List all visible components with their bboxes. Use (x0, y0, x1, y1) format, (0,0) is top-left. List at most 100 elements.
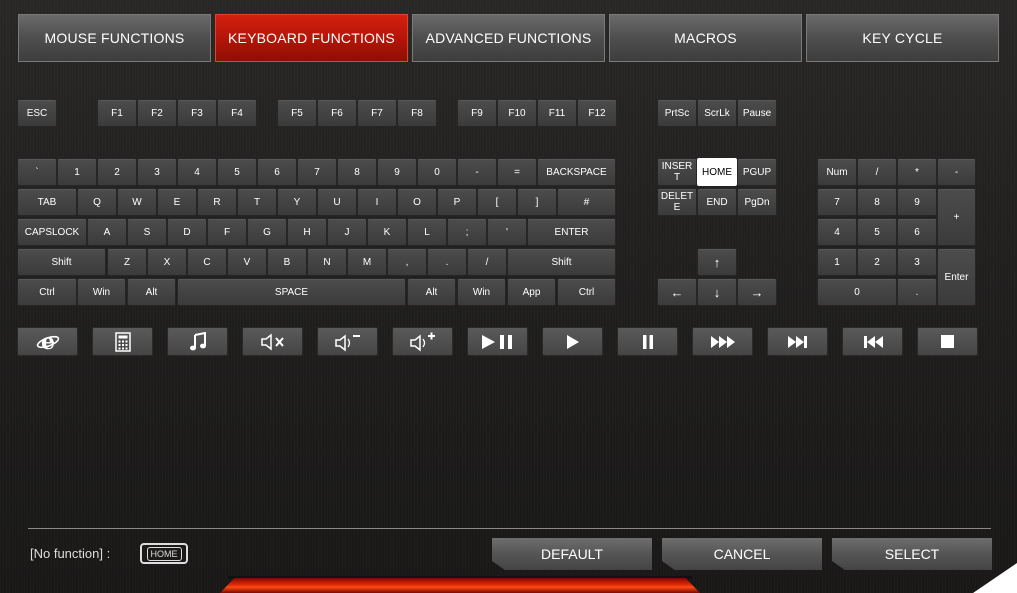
key-np7[interactable]: 7 (817, 188, 857, 216)
key-s[interactable]: S (127, 218, 167, 246)
key-enter[interactable]: ENTER (527, 218, 616, 246)
key-lwin[interactable]: Win (77, 278, 126, 306)
key-lctrl[interactable]: Ctrl (17, 278, 77, 306)
key-minus[interactable]: - (457, 158, 497, 186)
key-np1[interactable]: 1 (817, 248, 857, 276)
key-pgdn[interactable]: PgDn (737, 188, 777, 216)
key-np-enter[interactable]: Enter (937, 248, 976, 306)
key-esc[interactable]: ESC (17, 99, 57, 127)
key-k[interactable]: K (367, 218, 407, 246)
key-np-slash[interactable]: / (857, 158, 897, 186)
key-f10[interactable]: F10 (497, 99, 537, 127)
key-home[interactable]: HOME (697, 158, 737, 186)
key-f2[interactable]: F2 (137, 99, 177, 127)
key-w[interactable]: W (117, 188, 157, 216)
key-capslock[interactable]: CAPSLOCK (17, 218, 87, 246)
key-np9[interactable]: 9 (897, 188, 937, 216)
key-backtick[interactable]: ` (17, 158, 57, 186)
key-hash[interactable]: # (557, 188, 616, 216)
key-p[interactable]: P (437, 188, 477, 216)
key-d[interactable]: D (167, 218, 207, 246)
key-pause[interactable]: Pause (737, 99, 777, 127)
key-np5[interactable]: 5 (857, 218, 897, 246)
key-n4[interactable]: 4 (177, 158, 217, 186)
volume-down-key[interactable] (317, 327, 378, 356)
key-q[interactable]: Q (77, 188, 117, 216)
key-pgup[interactable]: PGUP (737, 158, 777, 186)
key-e[interactable]: E (157, 188, 197, 216)
browser-key[interactable]: e (17, 327, 78, 356)
key-f5[interactable]: F5 (277, 99, 317, 127)
key-np-star[interactable]: * (897, 158, 937, 186)
calculator-key[interactable] (92, 327, 153, 356)
tab-keyboard-functions[interactable]: KEYBOARD FUNCTIONS (215, 14, 408, 62)
key-f9[interactable]: F9 (457, 99, 497, 127)
key-np4[interactable]: 4 (817, 218, 857, 246)
key-up[interactable]: ↑ (697, 248, 737, 276)
key-period[interactable]: . (427, 248, 467, 276)
key-np3[interactable]: 3 (897, 248, 937, 276)
tab-macros[interactable]: MACROS (609, 14, 802, 62)
key-rshift[interactable]: Shift (507, 248, 616, 276)
volume-up-key[interactable] (392, 327, 453, 356)
key-v[interactable]: V (227, 248, 267, 276)
key-i[interactable]: I (357, 188, 397, 216)
select-button[interactable]: SELECT (832, 538, 992, 570)
key-n1[interactable]: 1 (57, 158, 97, 186)
key-n9[interactable]: 9 (377, 158, 417, 186)
key-n8[interactable]: 8 (337, 158, 377, 186)
stop-key[interactable] (917, 327, 978, 356)
key-m[interactable]: M (347, 248, 387, 276)
key-delete[interactable]: DELET E (657, 188, 697, 216)
key-left[interactable]: ← (657, 278, 697, 306)
key-r[interactable]: R (197, 188, 237, 216)
key-n3[interactable]: 3 (137, 158, 177, 186)
key-ralt[interactable]: Alt (407, 278, 456, 306)
key-lbracket[interactable]: [ (477, 188, 517, 216)
key-rwin[interactable]: Win (457, 278, 506, 306)
key-f8[interactable]: F8 (397, 99, 437, 127)
mute-key[interactable] (242, 327, 303, 356)
key-np2[interactable]: 2 (857, 248, 897, 276)
key-b[interactable]: B (267, 248, 307, 276)
key-end[interactable]: END (697, 188, 737, 216)
key-n7[interactable]: 7 (297, 158, 337, 186)
key-lshift[interactable]: Shift (17, 248, 106, 276)
key-x[interactable]: X (147, 248, 187, 276)
default-button[interactable]: DEFAULT (492, 538, 652, 570)
key-t[interactable]: T (237, 188, 277, 216)
key-comma[interactable]: , (387, 248, 427, 276)
key-n5[interactable]: 5 (217, 158, 257, 186)
key-n0[interactable]: 0 (417, 158, 457, 186)
key-np6[interactable]: 6 (897, 218, 937, 246)
music-key[interactable] (167, 327, 228, 356)
key-f4[interactable]: F4 (217, 99, 257, 127)
key-num[interactable]: Num (817, 158, 857, 186)
key-f12[interactable]: F12 (577, 99, 617, 127)
key-f11[interactable]: F11 (537, 99, 577, 127)
key-rctrl[interactable]: Ctrl (557, 278, 616, 306)
key-n6[interactable]: 6 (257, 158, 297, 186)
next-track-key[interactable] (767, 327, 828, 356)
key-quote[interactable]: ' (487, 218, 527, 246)
key-np8[interactable]: 8 (857, 188, 897, 216)
key-g[interactable]: G (247, 218, 287, 246)
key-rbracket[interactable]: ] (517, 188, 557, 216)
key-np-minus[interactable]: - (937, 158, 976, 186)
key-down[interactable]: ↓ (697, 278, 737, 306)
key-backspace[interactable]: BACKSPACE (537, 158, 616, 186)
fast-forward-key[interactable] (692, 327, 753, 356)
key-y[interactable]: Y (277, 188, 317, 216)
key-np-plus[interactable]: + (937, 188, 976, 246)
previous-track-key[interactable] (842, 327, 903, 356)
key-f6[interactable]: F6 (317, 99, 357, 127)
key-c[interactable]: C (187, 248, 227, 276)
key-lalt[interactable]: Alt (127, 278, 176, 306)
tab-mouse-functions[interactable]: MOUSE FUNCTIONS (18, 14, 211, 62)
key-semicolon[interactable]: ; (447, 218, 487, 246)
key-f3[interactable]: F3 (177, 99, 217, 127)
key-equals[interactable]: = (497, 158, 537, 186)
key-z[interactable]: Z (107, 248, 147, 276)
key-n2[interactable]: 2 (97, 158, 137, 186)
key-right[interactable]: → (737, 278, 777, 306)
